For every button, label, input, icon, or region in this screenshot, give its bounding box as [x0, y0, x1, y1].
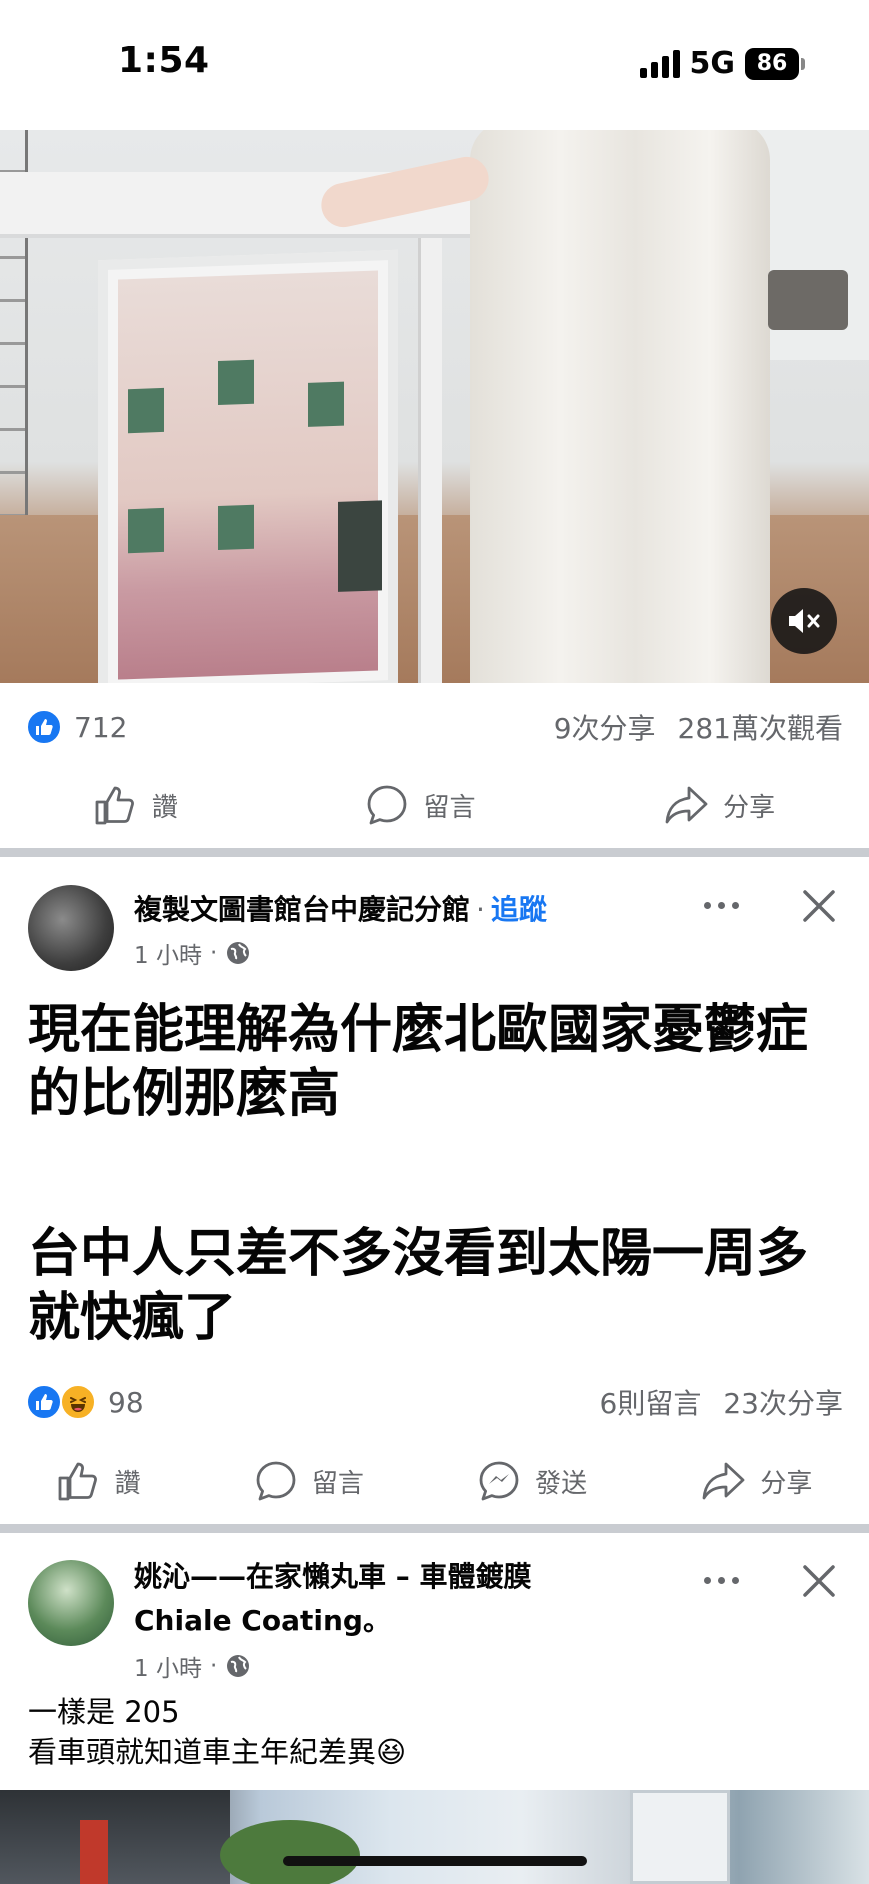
post-text-paragraph-2: 台中人只差不多沒看到太陽一周多就快瘋了 [28, 1224, 809, 1348]
network-label: 5G [689, 46, 736, 81]
like-reaction-icon [26, 1384, 62, 1420]
video-scene-painting [98, 249, 398, 683]
author-name-line1[interactable]: 姚沁——在家懶丸車 – 車體鍍膜 [134, 1555, 532, 1599]
send-button[interactable]: 發送 [477, 1459, 587, 1503]
share-label: 分享 [723, 792, 776, 823]
follow-button[interactable]: 追蹤 [491, 893, 547, 926]
haha-icon [60, 1384, 96, 1420]
avatar[interactable] [28, 885, 114, 971]
video-scene-dress [470, 130, 770, 683]
video-player[interactable] [0, 130, 869, 683]
status-bar: 1:54 5G 86 [0, 0, 869, 130]
author-name-line2[interactable]: Chiale Coating。 [134, 1599, 391, 1643]
share-button[interactable]: 分享 [700, 1460, 812, 1502]
video-scene-desk-leg [418, 238, 442, 683]
reaction-summary[interactable]: 98 [26, 1384, 144, 1420]
share-label: 分享 [760, 1468, 813, 1499]
close-icon[interactable] [799, 886, 839, 926]
post-divider [0, 848, 869, 857]
post-text-paragraph-1: 現在能理解為什麼北歐國家憂鬱症的比例那麼高 [28, 1000, 809, 1124]
post-meta: 1 小時 · [134, 1649, 251, 1683]
post-author: 複製文圖書館台中慶記分館 · 追蹤 [134, 893, 547, 926]
post-divider [0, 1524, 869, 1533]
like-button[interactable]: 讚 [94, 784, 178, 826]
like-icon [58, 1462, 97, 1501]
video-post-stats: 712 9次分享 281萬次觀看 [0, 697, 869, 757]
status-time: 1:54 [118, 40, 210, 81]
share-count[interactable]: 9次分享 [554, 707, 656, 747]
share-button[interactable]: 分享 [663, 784, 775, 826]
share-icon [702, 1462, 745, 1500]
globe-icon [227, 1655, 250, 1677]
post-photo[interactable] [0, 1790, 869, 1884]
share-count[interactable]: 23次分享 [723, 1382, 843, 1422]
status-indicators: 5G 86 [639, 46, 805, 81]
home-indicator[interactable] [283, 1856, 587, 1866]
post-time[interactable]: 1 小時 [134, 936, 202, 970]
reaction-count: 712 [74, 710, 128, 744]
like-reaction-icon [26, 709, 62, 745]
like-label: 讚 [114, 1468, 141, 1499]
view-count: 281萬次觀看 [677, 712, 843, 745]
more-options-button[interactable] [699, 1565, 743, 1595]
close-icon[interactable] [799, 1561, 839, 1601]
battery-icon: 86 [745, 47, 805, 80]
post-meta: 1 小時 · [134, 936, 251, 970]
comment-icon [256, 1461, 296, 1501]
send-icon [479, 1461, 519, 1501]
signal-icon [639, 49, 680, 78]
post2-stats: 98 6則留言 23次分享 [0, 1372, 869, 1432]
reaction-summary[interactable]: 712 [26, 709, 127, 745]
author-name[interactable]: 複製文圖書館台中慶記分館 [134, 893, 470, 926]
video-post-actions: 讚 留言 分享 [0, 770, 869, 840]
post-text-line-2: 看車頭就知道車主年紀差異😆 [28, 1735, 407, 1769]
comment-count[interactable]: 6則留言 [600, 1382, 702, 1422]
reaction-count: 98 [108, 1385, 144, 1419]
comment-button[interactable]: 留言 [254, 1459, 364, 1503]
like-label: 讚 [151, 792, 178, 823]
comment-label: 留言 [423, 792, 476, 823]
comment-button[interactable]: 留言 [365, 783, 475, 827]
like-button[interactable]: 讚 [57, 1460, 141, 1502]
mute-button[interactable] [771, 588, 837, 654]
comment-label: 留言 [311, 1468, 364, 1499]
post-text-line-1: 一樣是 205 [28, 1695, 180, 1729]
more-icon [703, 1576, 711, 1584]
video-scene-typewriter [768, 270, 848, 330]
more-icon [703, 901, 711, 909]
more-options-button[interactable] [699, 890, 743, 920]
mute-icon [789, 609, 820, 633]
globe-icon [227, 942, 250, 964]
post-time[interactable]: 1 小時 [134, 1649, 202, 1683]
share-icon [665, 786, 708, 824]
post2-actions: 讚 留言 發送 分享 [0, 1446, 869, 1516]
avatar[interactable] [28, 1560, 114, 1646]
send-label: 發送 [535, 1468, 588, 1499]
comment-icon [368, 785, 407, 825]
like-icon [95, 786, 134, 825]
